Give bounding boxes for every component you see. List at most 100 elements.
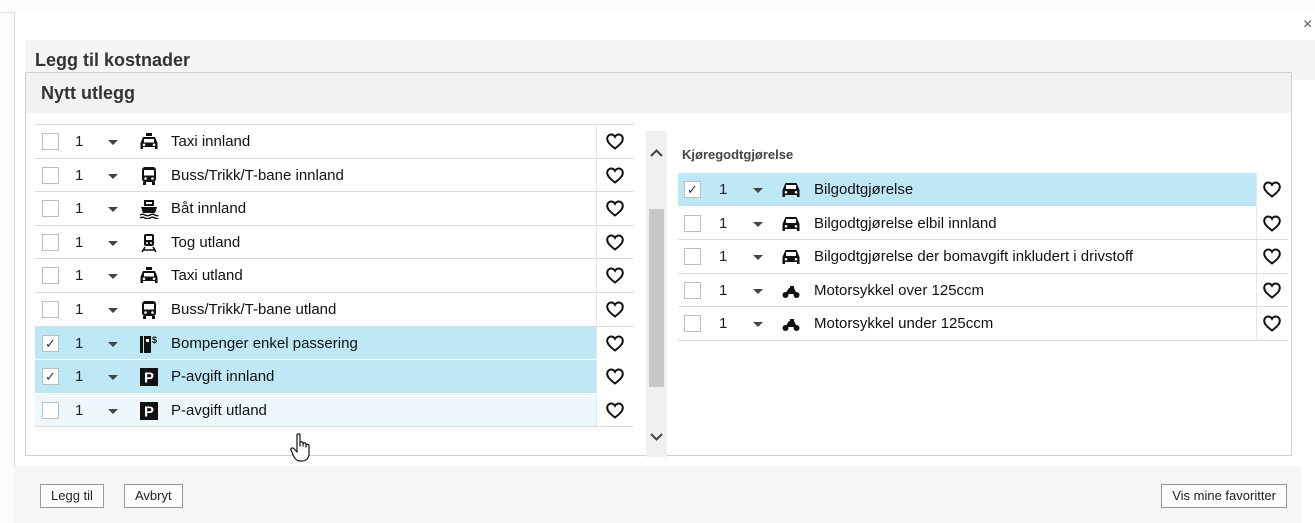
heart-icon[interactable] xyxy=(606,301,624,318)
taxi-icon xyxy=(140,267,158,284)
item-label: P-avgift innland xyxy=(171,368,275,386)
item-quantity[interactable]: 1 xyxy=(75,259,83,292)
list-item[interactable]: 1 Buss/Trikk/T-bane utland xyxy=(35,292,634,327)
cancel-button[interactable]: Avbryt xyxy=(124,484,183,508)
list-item[interactable]: ✓ 1 $ Bompenger enkel passering xyxy=(35,326,634,361)
heart-icon[interactable] xyxy=(1263,215,1281,232)
item-quantity[interactable]: 1 xyxy=(75,192,83,225)
check-mark: ✓ xyxy=(687,182,698,197)
item-label: Motorsykkel under 125ccm xyxy=(814,315,994,333)
heart-icon[interactable] xyxy=(1263,282,1281,299)
item-quantity[interactable]: 1 xyxy=(75,360,83,393)
item-quantity[interactable]: 1 xyxy=(719,307,727,340)
list-item[interactable]: 1 Buss/Trikk/T-bane innland xyxy=(35,158,634,193)
list-item[interactable]: 1 Taxi utland xyxy=(35,259,634,293)
list-item[interactable]: ✓ 1 Bilgodtgjørelse xyxy=(678,173,1288,207)
scroll-down-icon[interactable] xyxy=(648,428,665,445)
item-checkbox[interactable] xyxy=(42,233,59,251)
list-item[interactable]: 1 Båt innland xyxy=(35,192,634,226)
car-icon xyxy=(782,250,800,265)
quantity-dropdown-icon[interactable] xyxy=(108,375,118,381)
list-item[interactable]: 1 P P-avgift utland xyxy=(35,393,634,428)
item-checkbox[interactable] xyxy=(684,315,701,333)
quantity-dropdown-icon[interactable] xyxy=(108,307,118,313)
quantity-dropdown-icon[interactable] xyxy=(753,288,763,294)
item-quantity[interactable]: 1 xyxy=(75,125,83,158)
favorite-cell xyxy=(596,360,634,393)
item-checkbox[interactable]: ✓ xyxy=(684,181,701,198)
list-scrollbar[interactable] xyxy=(646,131,667,457)
item-checkbox[interactable] xyxy=(42,300,59,318)
item-quantity[interactable]: 1 xyxy=(719,173,727,206)
favorite-cell xyxy=(1256,240,1288,273)
quantity-dropdown-icon[interactable] xyxy=(753,255,763,261)
quantity-dropdown-icon[interactable] xyxy=(753,221,763,227)
heart-icon[interactable] xyxy=(606,234,624,251)
svg-text:P: P xyxy=(144,370,154,387)
quantity-dropdown-icon[interactable] xyxy=(108,140,118,145)
item-checkbox[interactable] xyxy=(42,166,59,184)
list-item[interactable]: 1 Motorsykkel over 125ccm xyxy=(678,273,1288,308)
item-checkbox[interactable] xyxy=(684,248,701,266)
check-mark: ✓ xyxy=(45,369,56,385)
list-item[interactable]: 1 Motorsykkel under 125ccm xyxy=(678,307,1288,341)
quantity-dropdown-icon[interactable] xyxy=(753,188,763,193)
item-checkbox[interactable] xyxy=(42,200,59,218)
heart-icon[interactable] xyxy=(606,133,624,150)
item-label: P-avgift utland xyxy=(171,401,267,419)
item-quantity[interactable]: 1 xyxy=(75,394,83,427)
heart-icon[interactable] xyxy=(606,368,624,385)
quantity-dropdown-icon[interactable] xyxy=(108,341,118,347)
list-item[interactable]: ✓ 1 P P-avgift innland xyxy=(35,360,634,394)
heart-icon[interactable] xyxy=(1263,181,1281,198)
item-quantity[interactable]: 1 xyxy=(719,240,727,273)
item-quantity[interactable]: 1 xyxy=(719,207,727,240)
add-button[interactable]: Legg til xyxy=(40,484,104,508)
heart-icon[interactable] xyxy=(1263,248,1281,265)
toll-icon: $ xyxy=(140,335,157,353)
item-checkbox[interactable]: ✓ xyxy=(42,334,59,352)
item-label: Taxi innland xyxy=(171,133,251,150)
favorite-cell xyxy=(1256,173,1288,206)
item-label: Bilgodtgjørelse elbil innland xyxy=(814,214,997,232)
item-quantity[interactable]: 1 xyxy=(75,226,83,259)
quantity-dropdown-icon[interactable] xyxy=(108,173,118,179)
item-checkbox[interactable]: ✓ xyxy=(42,368,59,386)
favorite-cell xyxy=(1256,307,1288,340)
quantity-dropdown-icon[interactable] xyxy=(108,207,118,213)
item-checkbox[interactable] xyxy=(684,281,701,299)
heart-icon[interactable] xyxy=(1263,315,1281,333)
heart-icon[interactable] xyxy=(606,402,624,419)
heart-icon[interactable] xyxy=(606,200,624,217)
show-favorites-button[interactable]: Vis mine favoritter xyxy=(1161,484,1287,508)
item-checkbox[interactable] xyxy=(42,401,59,419)
item-label: Buss/Trikk/T-bane utland xyxy=(171,300,337,318)
item-checkbox[interactable] xyxy=(42,133,59,150)
list-item[interactable]: 1 Bilgodtgjørelse elbil innland xyxy=(678,206,1288,241)
item-checkbox[interactable] xyxy=(684,214,701,232)
heart-icon[interactable] xyxy=(606,267,624,285)
quantity-dropdown-icon[interactable] xyxy=(108,240,118,246)
item-quantity[interactable]: 1 xyxy=(719,274,727,307)
heart-icon[interactable] xyxy=(606,335,624,352)
list-item[interactable]: 1 Tog utland xyxy=(35,225,634,260)
list-item[interactable]: 1 Bilgodtgjørelse der bomavgift inkludert… xyxy=(678,240,1288,274)
item-quantity[interactable]: 1 xyxy=(75,327,83,360)
quantity-dropdown-icon[interactable] xyxy=(108,274,118,280)
parking-icon: P xyxy=(140,368,158,387)
scroll-up-icon[interactable] xyxy=(648,145,665,162)
item-checkbox[interactable] xyxy=(42,267,59,285)
list-item[interactable]: 1 Taxi innland xyxy=(35,125,634,159)
item-label: Taxi utland xyxy=(171,267,243,285)
quantity-dropdown-icon[interactable] xyxy=(108,408,118,414)
scroll-thumb[interactable] xyxy=(649,209,664,387)
item-quantity[interactable]: 1 xyxy=(75,159,83,192)
heart-icon[interactable] xyxy=(606,167,624,184)
quantity-dropdown-icon[interactable] xyxy=(753,322,763,328)
mileage-section: Kjøregodtgjørelse ✓ 1 Bilgodtgjørelse 1 Bilg… xyxy=(678,145,1288,341)
motorcycle-icon xyxy=(782,285,800,298)
motorcycle-icon xyxy=(782,319,800,332)
close-icon[interactable]: × xyxy=(1303,14,1315,36)
hand-cursor-icon xyxy=(290,433,310,462)
item-quantity[interactable]: 1 xyxy=(75,293,83,326)
